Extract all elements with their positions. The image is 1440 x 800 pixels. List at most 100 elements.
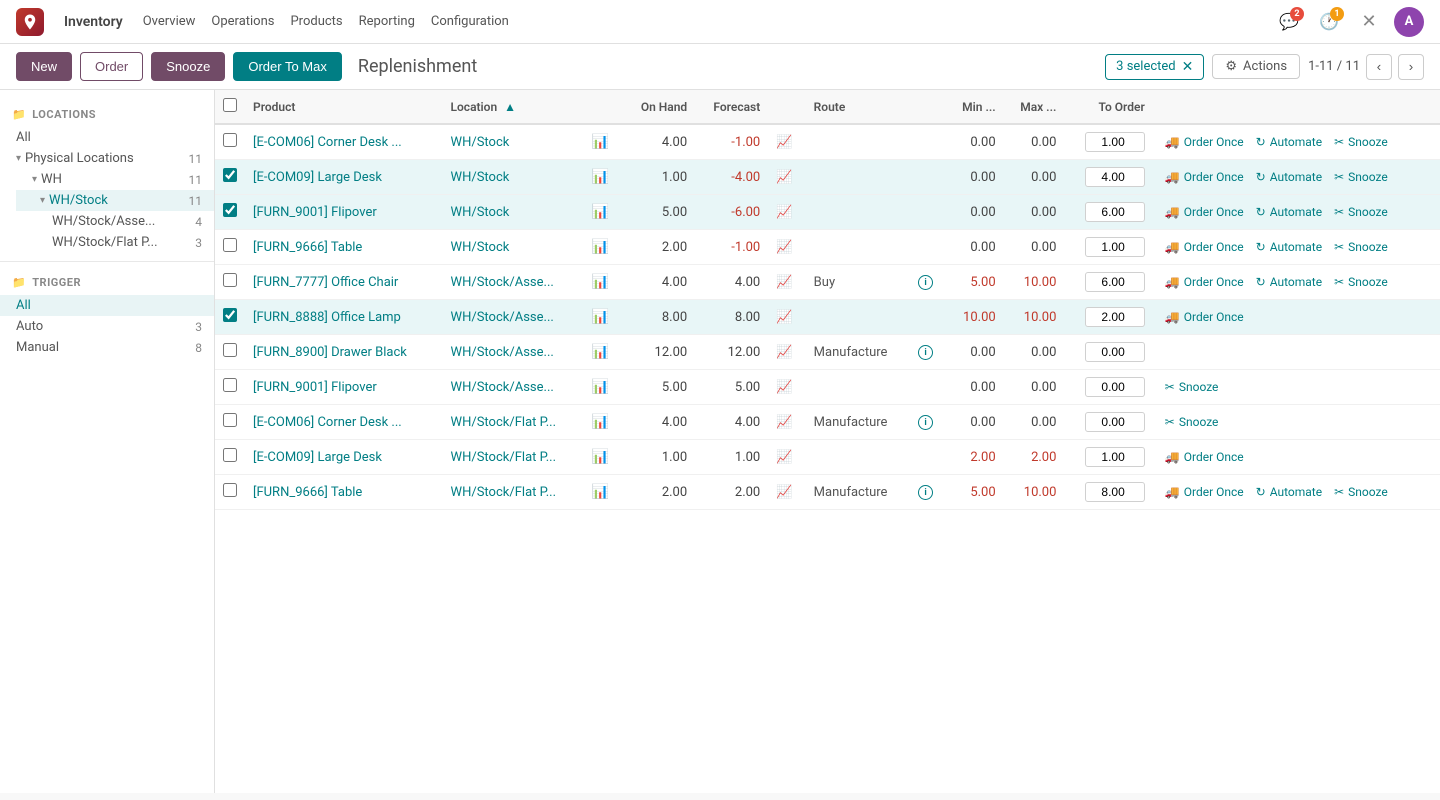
location-link[interactable]: WH/Stock bbox=[451, 170, 510, 185]
row-checkbox[interactable] bbox=[223, 308, 237, 322]
snooze-button[interactable]: ✂ Snooze bbox=[1161, 378, 1223, 396]
sidebar-item-wh-stock-flat[interactable]: WH/Stock/Flat P... 3 bbox=[16, 232, 214, 253]
to-order-cell[interactable] bbox=[1064, 335, 1152, 370]
chart-icon-cell[interactable]: 📊 bbox=[584, 440, 623, 475]
location-link[interactable]: WH/Stock/Asse... bbox=[451, 345, 554, 360]
row-checkbox[interactable] bbox=[223, 343, 237, 357]
info-icon-cell[interactable] bbox=[910, 195, 946, 230]
info-icon-cell[interactable] bbox=[910, 124, 946, 160]
product-link[interactable]: [FURN_9666] Table bbox=[253, 485, 362, 500]
to-order-input[interactable] bbox=[1085, 307, 1145, 327]
row-checkbox-cell[interactable] bbox=[215, 300, 245, 335]
automate-button[interactable]: ↻ Automate bbox=[1252, 238, 1326, 256]
info-icon-cell[interactable]: i bbox=[910, 335, 946, 370]
row-checkbox[interactable] bbox=[223, 378, 237, 392]
min-header[interactable]: Min ... bbox=[946, 90, 1004, 124]
to-order-cell[interactable] bbox=[1064, 265, 1152, 300]
forecast-chart-icon[interactable]: 📈 bbox=[776, 485, 792, 500]
forecast-chart-icon[interactable]: 📈 bbox=[776, 415, 792, 430]
forecast-chart-icon[interactable]: 📈 bbox=[776, 275, 792, 290]
order-once-button[interactable]: 🚚 Order Once bbox=[1161, 273, 1248, 291]
order-to-max-button[interactable]: Order To Max bbox=[233, 52, 342, 81]
chart-bar-icon[interactable]: 📊 bbox=[592, 204, 609, 220]
forecast-chart-cell[interactable]: 📈 bbox=[768, 405, 805, 440]
forecast-chart-cell[interactable]: 📈 bbox=[768, 160, 805, 195]
row-checkbox-cell[interactable] bbox=[215, 335, 245, 370]
forecast-chart-icon[interactable]: 📈 bbox=[776, 170, 792, 185]
product-header[interactable]: Product bbox=[245, 90, 443, 124]
chat-button[interactable]: 💬 2 bbox=[1274, 7, 1304, 37]
to-order-input[interactable] bbox=[1085, 342, 1145, 362]
location-link[interactable]: WH/Stock bbox=[451, 135, 510, 150]
max-header[interactable]: Max ... bbox=[1004, 90, 1065, 124]
automate-button[interactable]: ↻ Automate bbox=[1252, 273, 1326, 291]
location-link[interactable]: WH/Stock bbox=[451, 240, 510, 255]
clock-button[interactable]: 🕐 1 bbox=[1314, 7, 1344, 37]
location-link[interactable]: WH/Stock/Flat P... bbox=[451, 485, 557, 500]
menu-overview[interactable]: Overview bbox=[143, 10, 196, 33]
location-link[interactable]: WH/Stock/Asse... bbox=[451, 275, 554, 290]
row-checkbox-cell[interactable] bbox=[215, 160, 245, 195]
menu-configuration[interactable]: Configuration bbox=[431, 10, 509, 33]
info-icon[interactable]: i bbox=[918, 345, 933, 360]
snooze-button[interactable]: ✂ Snooze bbox=[1161, 413, 1223, 431]
chart-icon-cell[interactable]: 📊 bbox=[584, 300, 623, 335]
row-checkbox[interactable] bbox=[223, 238, 237, 252]
product-link[interactable]: [E-COM06] Corner Desk ... bbox=[253, 135, 402, 150]
row-checkbox-cell[interactable] bbox=[215, 195, 245, 230]
snooze-button[interactable]: ✂ Snooze bbox=[1330, 203, 1392, 221]
product-link[interactable]: [E-COM09] Large Desk bbox=[253, 450, 382, 465]
chart-icon-cell[interactable]: 📊 bbox=[584, 230, 623, 265]
automate-button[interactable]: ↻ Automate bbox=[1252, 168, 1326, 186]
to-order-input[interactable] bbox=[1085, 202, 1145, 222]
location-link[interactable]: WH/Stock/Asse... bbox=[451, 380, 554, 395]
row-checkbox-cell[interactable] bbox=[215, 370, 245, 405]
to-order-input[interactable] bbox=[1085, 132, 1145, 152]
prev-page-button[interactable]: ‹ bbox=[1366, 54, 1392, 80]
product-link[interactable]: [FURN_7777] Office Chair bbox=[253, 275, 398, 290]
forecast-chart-icon[interactable]: 📈 bbox=[776, 450, 792, 465]
to-order-cell[interactable] bbox=[1064, 195, 1152, 230]
to-order-input[interactable] bbox=[1085, 167, 1145, 187]
to-order-cell[interactable] bbox=[1064, 230, 1152, 265]
info-icon-cell[interactable] bbox=[910, 370, 946, 405]
forecast-header[interactable]: Forecast bbox=[695, 90, 768, 124]
snooze-button[interactable]: ✂ Snooze bbox=[1330, 133, 1392, 151]
chart-bar-icon[interactable]: 📊 bbox=[592, 309, 609, 325]
chart-bar-icon[interactable]: 📊 bbox=[592, 379, 609, 395]
sidebar-item-wh[interactable]: ▾ WH 11 bbox=[8, 169, 214, 190]
location-link[interactable]: WH/Stock bbox=[451, 205, 510, 220]
info-icon-cell[interactable]: i bbox=[910, 475, 946, 510]
next-page-button[interactable]: › bbox=[1398, 54, 1424, 80]
chart-icon-cell[interactable]: 📊 bbox=[584, 370, 623, 405]
to-order-input[interactable] bbox=[1085, 237, 1145, 257]
location-link[interactable]: WH/Stock/Asse... bbox=[451, 310, 554, 325]
to-order-cell[interactable] bbox=[1064, 370, 1152, 405]
menu-operations[interactable]: Operations bbox=[211, 10, 274, 33]
to-order-input[interactable] bbox=[1085, 412, 1145, 432]
to-order-cell[interactable] bbox=[1064, 440, 1152, 475]
forecast-chart-cell[interactable]: 📈 bbox=[768, 300, 805, 335]
info-icon[interactable]: i bbox=[918, 485, 933, 500]
order-once-button[interactable]: 🚚 Order Once bbox=[1161, 238, 1248, 256]
row-checkbox[interactable] bbox=[223, 168, 237, 182]
chart-icon-cell[interactable]: 📊 bbox=[584, 405, 623, 440]
order-once-button[interactable]: 🚚 Order Once bbox=[1161, 133, 1248, 151]
forecast-chart-cell[interactable]: 📈 bbox=[768, 265, 805, 300]
info-icon-cell[interactable] bbox=[910, 160, 946, 195]
to-order-cell[interactable] bbox=[1064, 405, 1152, 440]
row-checkbox[interactable] bbox=[223, 203, 237, 217]
to-order-cell[interactable] bbox=[1064, 300, 1152, 335]
row-checkbox-cell[interactable] bbox=[215, 265, 245, 300]
forecast-chart-icon[interactable]: 📈 bbox=[776, 380, 792, 395]
to-order-cell[interactable] bbox=[1064, 475, 1152, 510]
row-checkbox[interactable] bbox=[223, 133, 237, 147]
chart-icon-cell[interactable]: 📊 bbox=[584, 475, 623, 510]
chart-icon-cell[interactable]: 📊 bbox=[584, 195, 623, 230]
sidebar-item-all-trigger[interactable]: All bbox=[0, 295, 214, 316]
forecast-chart-cell[interactable]: 📈 bbox=[768, 230, 805, 265]
user-avatar[interactable]: A bbox=[1394, 7, 1424, 37]
info-icon-cell[interactable] bbox=[910, 440, 946, 475]
chart-bar-icon[interactable]: 📊 bbox=[592, 274, 609, 290]
order-once-button[interactable]: 🚚 Order Once bbox=[1161, 483, 1248, 501]
